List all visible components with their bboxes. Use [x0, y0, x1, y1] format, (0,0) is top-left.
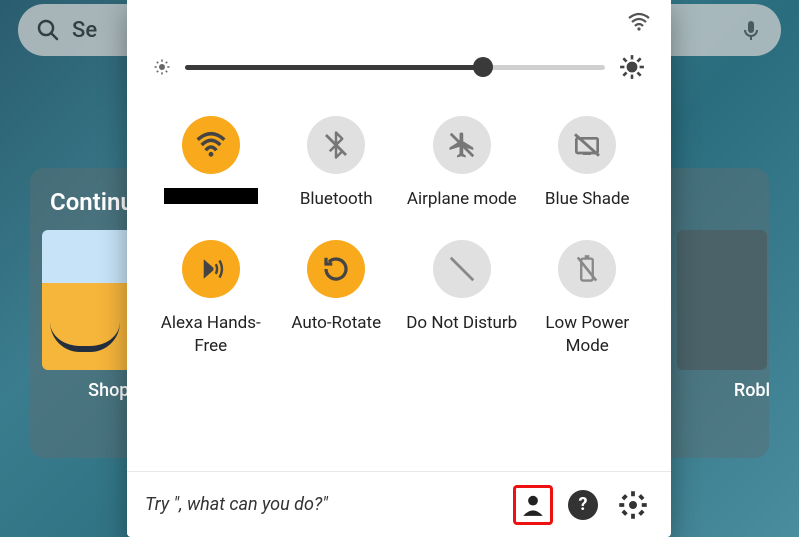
- rotate-icon: [307, 240, 365, 298]
- gear-icon: [618, 490, 648, 520]
- toggle-label: [164, 188, 258, 212]
- brightness-high-icon: [619, 54, 645, 80]
- wifi-icon: [182, 116, 240, 174]
- toggle-label: Low Power Mode: [530, 312, 646, 358]
- brightness-slider[interactable]: [185, 57, 605, 77]
- dnd-off-icon: [433, 240, 491, 298]
- wifi-network-redacted: [164, 188, 258, 204]
- brightness-low-icon: [153, 58, 171, 76]
- slider-fill: [185, 65, 483, 70]
- toggle-label: Airplane mode: [407, 188, 517, 212]
- app-tile-roblox[interactable]: Robl: [677, 230, 799, 401]
- profile-button[interactable]: [513, 485, 553, 525]
- wifi-status-icon: [627, 12, 651, 32]
- toggle-wifi[interactable]: [153, 116, 269, 212]
- bluetooth-off-icon: [307, 116, 365, 174]
- slider-thumb[interactable]: [473, 57, 493, 77]
- toggle-bluetooth[interactable]: Bluetooth: [279, 116, 395, 212]
- help-button[interactable]: ?: [563, 485, 603, 525]
- toggle-lowpower[interactable]: Low Power Mode: [530, 240, 646, 358]
- brightness-row: [127, 36, 671, 102]
- toggle-label: Blue Shade: [545, 188, 630, 212]
- blueshade-off-icon: [558, 116, 616, 174]
- settings-button[interactable]: [613, 485, 653, 525]
- battery-off-icon: [558, 240, 616, 298]
- toggle-label: Alexa Hands-Free: [153, 312, 269, 358]
- toggle-airplane[interactable]: Airplane mode: [404, 116, 520, 212]
- toggle-dnd[interactable]: Do Not Disturb: [404, 240, 520, 358]
- search-icon: [36, 18, 60, 42]
- toggle-label: Bluetooth: [300, 188, 373, 212]
- help-icon: ?: [568, 490, 598, 520]
- app-thumbnail: [677, 230, 767, 370]
- panel-footer: Try ", what can you do?" ?: [127, 471, 671, 537]
- toggle-label: Do Not Disturb: [406, 312, 517, 336]
- toggle-blueshade[interactable]: Blue Shade: [530, 116, 646, 212]
- airplane-off-icon: [433, 116, 491, 174]
- toggle-grid: Bluetooth Airplane mode Blue Shade Ale: [127, 102, 671, 378]
- app-label: Robl: [677, 380, 799, 401]
- alexa-prompt: Try ", what can you do?": [145, 494, 503, 515]
- alexa-icon: [182, 240, 240, 298]
- mic-icon[interactable]: [739, 18, 763, 42]
- toggle-autorotate[interactable]: Auto-Rotate: [279, 240, 395, 358]
- app-thumbnail: [42, 230, 132, 370]
- toggle-alexa[interactable]: Alexa Hands-Free: [153, 240, 269, 358]
- panel-status-row: [127, 0, 671, 36]
- quick-settings-panel: Bluetooth Airplane mode Blue Shade Ale: [127, 0, 671, 537]
- toggle-label: Auto-Rotate: [291, 312, 381, 336]
